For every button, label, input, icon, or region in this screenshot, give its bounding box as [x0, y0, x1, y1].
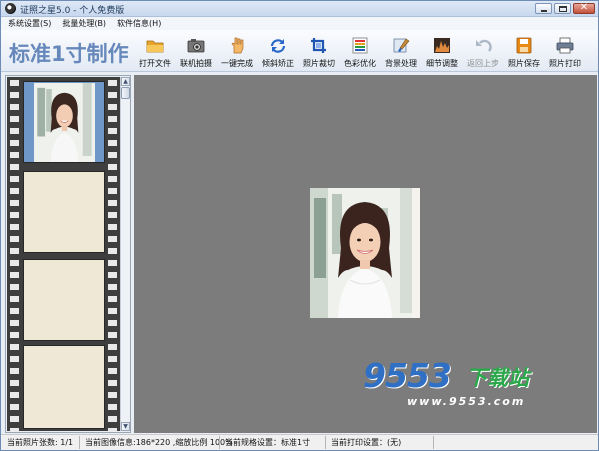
crop-icon — [311, 38, 326, 53]
status-photo-count: 当前照片张数: 1/1 — [7, 438, 74, 447]
status-separator — [433, 436, 434, 449]
detail-adjust-button[interactable]: 细节调整 — [422, 34, 462, 70]
status-bar: 当前照片张数: 1/1 当前图像信息:186*220 ,缩放比例 100% 当前… — [1, 434, 598, 450]
menu-software-info[interactable]: 软件信息(H) — [110, 17, 165, 30]
status-print-setting: 当前打印设置：(无) — [331, 438, 402, 447]
status-separator — [79, 436, 80, 449]
brand-title: 标准1寸制作 — [9, 42, 129, 66]
site-watermark: 9553 下载站 www.9553.com — [363, 356, 563, 412]
brush-icon — [393, 38, 410, 53]
film-sprockets-left — [10, 77, 19, 431]
undo-icon — [476, 39, 492, 52]
tilt-correct-button[interactable]: 倾斜矫正 — [258, 34, 298, 70]
thumbnail-frame-selected[interactable] — [23, 81, 105, 163]
rotate-icon — [270, 39, 286, 53]
undo-button[interactable]: 返回上步 — [463, 34, 503, 70]
one-click-button[interactable]: 一键完成 — [217, 34, 257, 70]
camera-icon — [187, 39, 205, 53]
app-window: 证照之星5.0 - 个人免费版 ✕ 系统设置(S) 批量处理(B) 软件信息(H… — [0, 0, 599, 451]
window-controls: ✕ — [535, 2, 595, 14]
watermark-url: www.9553.com — [407, 395, 526, 408]
print-photo-label: 照片打印 — [549, 59, 581, 68]
thumbnail-scrollbar[interactable]: ▲ ▼ — [120, 77, 130, 431]
status-spec-setting: 当前规格设置：标准1寸 — [225, 438, 311, 447]
status-separator — [219, 436, 220, 449]
levels-icon — [434, 38, 450, 53]
thumbnail-frame-empty[interactable] — [23, 171, 105, 253]
film-sprockets-right — [108, 77, 117, 431]
toolbar: 标准1寸制作 打开文件 联机拍摄 一键完成 倾斜矫正 照片裁切 色彩优化 背景处… — [1, 30, 598, 72]
title-bar[interactable]: 证照之星5.0 - 个人免费版 ✕ — [1, 1, 598, 17]
camera-capture-button[interactable]: 联机拍摄 — [176, 34, 216, 70]
watermark-cn-text: 下载站 — [466, 366, 529, 390]
thumbnail-frame-empty[interactable] — [23, 345, 105, 429]
maximize-icon — [559, 6, 567, 12]
close-button[interactable]: ✕ — [573, 2, 595, 14]
image-workspace[interactable]: 9553 下载站 www.9553.com — [134, 75, 597, 433]
photo-crop-button[interactable]: 照片裁切 — [299, 34, 339, 70]
scroll-up-button[interactable]: ▲ — [121, 77, 130, 86]
scroll-thumb[interactable] — [121, 87, 130, 99]
save-photo-button[interactable]: 照片保存 — [504, 34, 544, 70]
id-photo-preview[interactable] — [310, 188, 420, 318]
window-title: 证照之星5.0 - 个人免费版 — [20, 6, 125, 16]
menu-system-settings[interactable]: 系统设置(S) — [1, 17, 55, 30]
menu-bar: 系统设置(S) 批量处理(B) 软件信息(H) — [1, 17, 598, 30]
status-separator — [325, 436, 326, 449]
thumbnail-frame-empty[interactable] — [23, 259, 105, 341]
filmstrip — [7, 77, 120, 431]
minimize-button[interactable] — [535, 3, 552, 14]
print-photo-button[interactable]: 照片打印 — [545, 34, 585, 70]
maximize-button[interactable] — [554, 3, 571, 14]
color-bars-icon — [352, 37, 368, 54]
app-icon — [5, 3, 16, 14]
color-optimize-button[interactable]: 色彩优化 — [340, 34, 380, 70]
printer-icon — [556, 37, 574, 54]
status-image-info: 当前图像信息:186*220 ,缩放比例 100% — [85, 438, 233, 447]
save-icon — [516, 37, 532, 54]
scroll-down-button[interactable]: ▼ — [121, 422, 130, 431]
open-file-button[interactable]: 打开文件 — [135, 34, 175, 70]
close-icon: ✕ — [579, 2, 589, 13]
minimize-icon — [541, 10, 547, 12]
folder-icon — [146, 40, 164, 53]
menu-batch-processing[interactable]: 批量处理(B) — [55, 17, 110, 30]
hand-icon — [231, 37, 244, 54]
background-process-button[interactable]: 背景处理 — [381, 34, 421, 70]
thumbnail-panel: ▲ ▼ — [5, 75, 131, 433]
thumbnail-photo — [34, 83, 95, 162]
watermark-number: 9553 — [363, 356, 452, 395]
